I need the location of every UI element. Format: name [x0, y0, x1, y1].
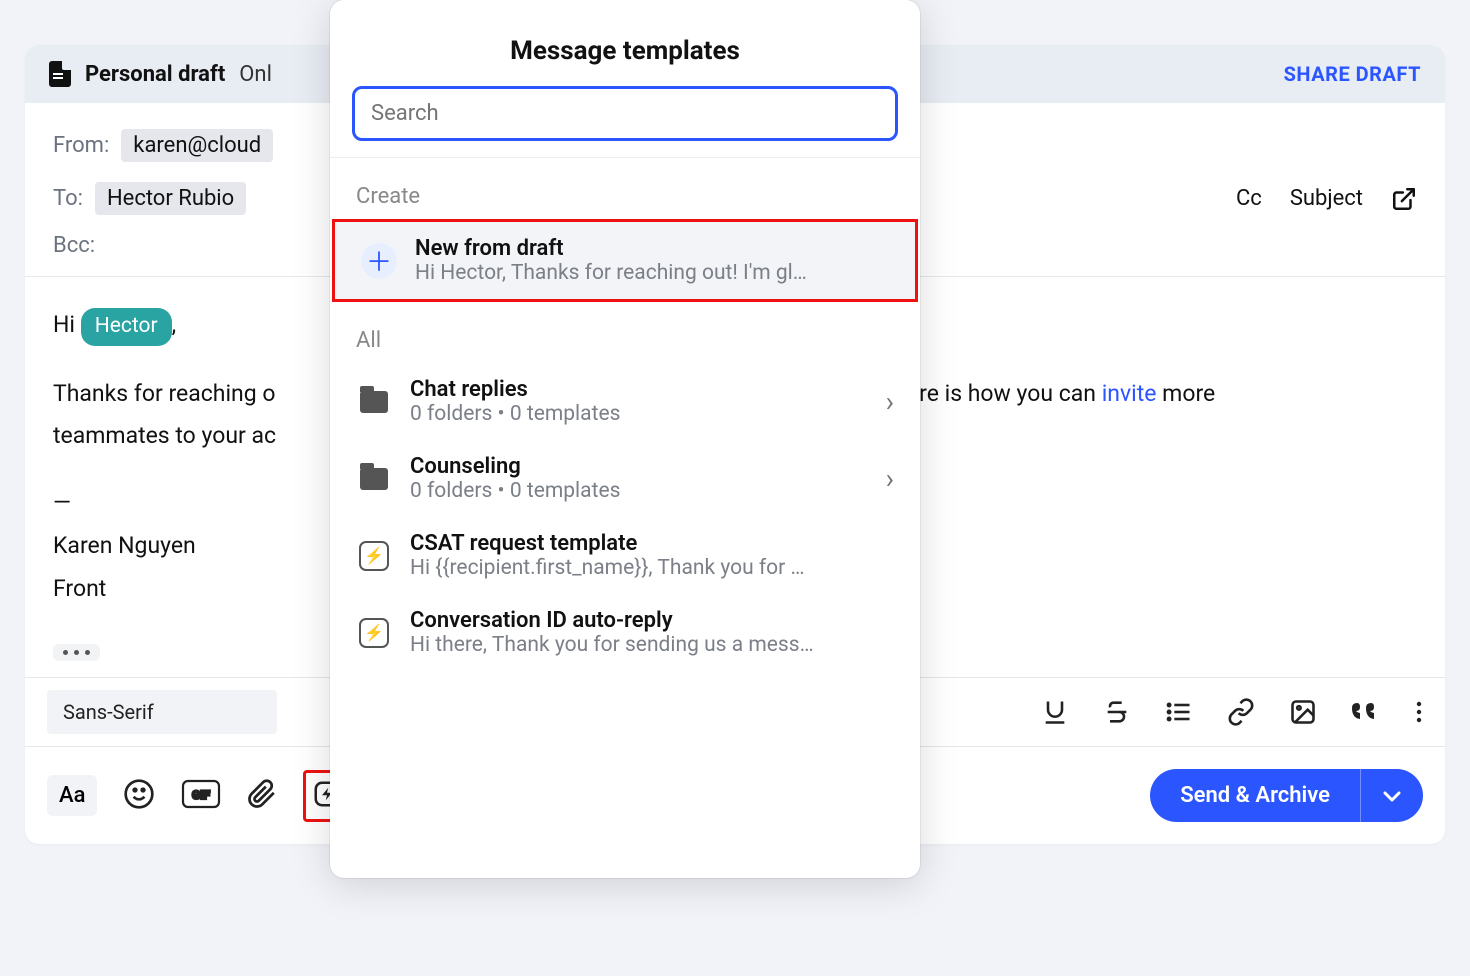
template-search-input[interactable] — [371, 101, 879, 126]
new-from-draft-item[interactable]: ＋ New from draft Hi Hector, Thanks for r… — [332, 219, 918, 302]
new-from-draft-preview: Hi Hector, Thanks for reaching out! I'm … — [415, 261, 889, 285]
from-value[interactable]: karen@cloud — [121, 129, 273, 162]
chevron-right-icon: › — [886, 385, 894, 418]
template-search-field[interactable] — [352, 86, 898, 141]
attachment-icon[interactable] — [247, 778, 277, 814]
emoji-icon[interactable] — [123, 778, 155, 814]
template-sub: Hi {{recipient.first_name}}, Thank you f… — [410, 556, 894, 580]
font-family-label: Sans-Serif — [63, 700, 154, 724]
popover-title: Message templates — [330, 0, 920, 86]
bullet-list-icon[interactable] — [1165, 698, 1193, 726]
folder-icon — [360, 468, 388, 490]
folder-icon — [360, 391, 388, 413]
template-sub: Hi there, Thank you for sending us a mes… — [410, 633, 894, 657]
more-format-icon[interactable] — [1415, 698, 1423, 726]
draft-visibility: Onl — [239, 62, 272, 87]
subject-button[interactable]: Subject — [1290, 186, 1363, 211]
image-icon[interactable] — [1289, 698, 1317, 726]
greeting-suffix: , — [172, 311, 177, 338]
font-family-select[interactable]: Sans-Serif — [47, 690, 277, 734]
create-section-label: Create — [330, 158, 920, 219]
message-templates-popover: Message templates Create ＋ New from draf… — [330, 0, 920, 878]
mention-hector[interactable]: Hector — [81, 308, 172, 346]
folder-title: Chat replies — [410, 377, 868, 402]
template-icon: ⚡ — [359, 541, 389, 571]
send-archive-label[interactable]: Send & Archive — [1150, 769, 1360, 822]
template-folder-chat-replies[interactable]: Chat replies 0 folders • 0 templates › — [330, 363, 920, 440]
trimmed-content-toggle[interactable] — [53, 644, 100, 661]
gif-icon[interactable]: GIF — [181, 779, 221, 813]
template-icon: ⚡ — [359, 618, 389, 648]
body-text-2: teammates to your ac — [53, 422, 276, 449]
body-text-1c: more — [1156, 380, 1215, 407]
template-csat-request[interactable]: ⚡ CSAT request template Hi {{recipient.f… — [330, 517, 920, 594]
to-label: To: — [53, 186, 83, 211]
folder-title: Counseling — [410, 454, 868, 479]
template-title: Conversation ID auto-reply — [410, 608, 894, 633]
template-conversation-id-autoreply[interactable]: ⚡ Conversation ID auto-reply Hi there, T… — [330, 594, 920, 671]
from-label: From: — [53, 133, 109, 158]
link-icon[interactable] — [1227, 698, 1255, 726]
plus-icon: ＋ — [361, 243, 397, 279]
folder-sub: 0 folders • 0 templates — [410, 479, 868, 503]
template-title: CSAT request template — [410, 531, 894, 556]
underline-icon[interactable] — [1041, 698, 1069, 726]
send-archive-button[interactable]: Send & Archive — [1150, 769, 1423, 822]
document-icon — [49, 61, 71, 87]
quote-icon[interactable] — [1351, 698, 1381, 726]
toggle-format-button[interactable]: Aa — [47, 775, 97, 816]
body-text-1b: ere is how you can — [907, 380, 1102, 407]
svg-text:GIF: GIF — [192, 788, 211, 802]
invite-link[interactable]: invite — [1102, 380, 1157, 407]
draft-title: Personal draft — [85, 62, 225, 87]
cc-button[interactable]: Cc — [1236, 186, 1262, 211]
template-folder-counseling[interactable]: Counseling 0 folders • 0 templates › — [330, 440, 920, 517]
all-section-label: All — [330, 302, 920, 363]
strikethrough-icon[interactable] — [1103, 698, 1131, 726]
popout-icon[interactable] — [1391, 186, 1417, 212]
body-text-1a: Thanks for reaching o — [53, 380, 275, 407]
folder-sub: 0 folders • 0 templates — [410, 402, 868, 426]
to-recipient-chip[interactable]: Hector Rubio — [95, 182, 246, 215]
chevron-right-icon: › — [886, 462, 894, 495]
send-options-dropdown[interactable] — [1360, 769, 1423, 822]
share-draft-button[interactable]: SHARE DRAFT — [1284, 62, 1421, 86]
greeting-prefix: Hi — [53, 311, 81, 338]
new-from-draft-title: New from draft — [415, 236, 889, 261]
